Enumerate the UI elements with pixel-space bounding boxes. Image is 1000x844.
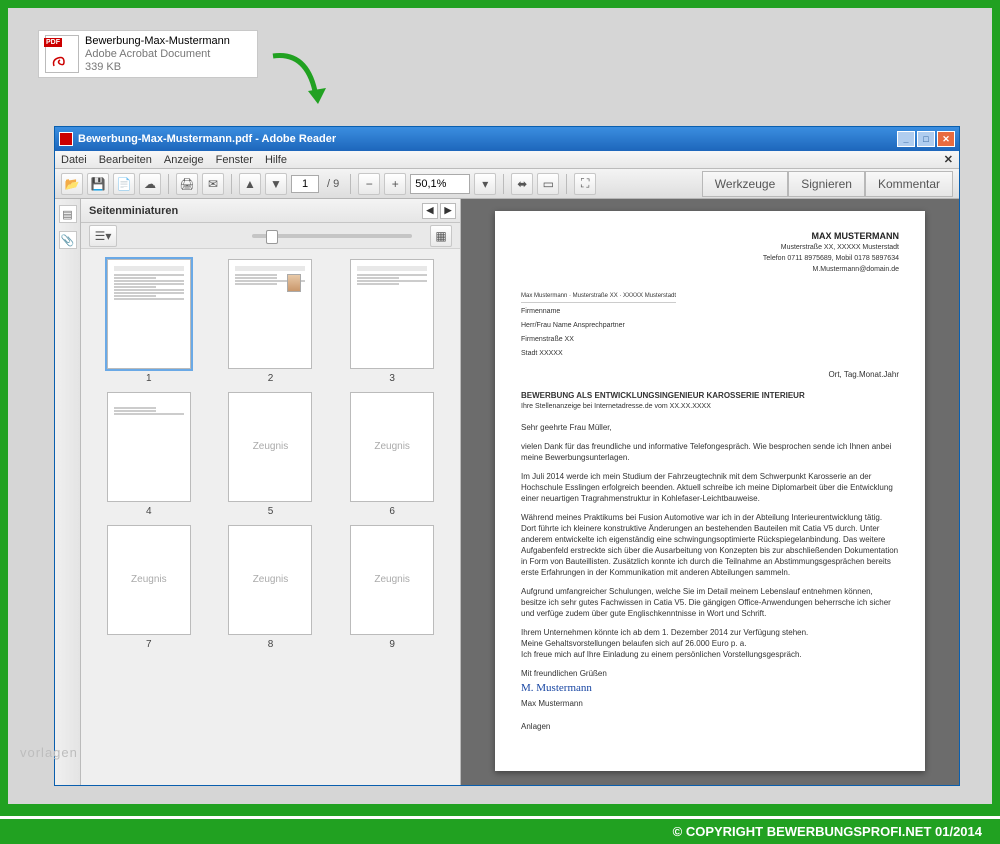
menu-close-icon[interactable]: ✕ — [944, 153, 953, 166]
thumb-7[interactable]: Zeugnis7 — [91, 525, 207, 650]
read-mode-button[interactable]: ⛶ — [574, 173, 596, 195]
thumb-2[interactable]: 2 — [213, 259, 329, 384]
file-card[interactable]: Bewerbung-Max-Mustermann Adobe Acrobat D… — [38, 30, 258, 78]
closing: Mit freundlichen Grüßen — [521, 668, 899, 679]
menu-datei[interactable]: Datei — [61, 154, 87, 166]
thumb-size-slider[interactable] — [252, 234, 412, 238]
paragraph-3: Während meines Praktikums bei Fusion Aut… — [521, 512, 899, 578]
export-button[interactable]: 📄 — [113, 173, 135, 195]
file-type: Adobe Acrobat Document — [85, 48, 230, 61]
fit-width-button[interactable]: ⬌ — [511, 173, 533, 195]
paragraph-5c: Ich freue mich auf Ihre Einladung zu ein… — [521, 649, 899, 660]
maximize-button[interactable]: □ — [917, 131, 935, 147]
letter-date: Ort, Tag.Monat.Jahr — [521, 369, 899, 380]
signature: M. Mustermann — [521, 683, 899, 694]
menubar: Datei Bearbeiten Anzeige Fenster Hilfe ✕ — [55, 151, 959, 169]
printed-name: Max Mustermann — [521, 698, 899, 709]
thumbnails-grid: 1 2 3 4 Zeugnis5 Zeugnis6 Zeugnis7 Zeugn… — [81, 249, 460, 785]
paragraph-4: Aufgrund umfangreicher Schulungen, welch… — [521, 586, 899, 619]
zoom-select[interactable] — [410, 174, 470, 194]
menu-hilfe[interactable]: Hilfe — [265, 154, 287, 166]
paragraph-5b: Meine Gehaltsvorstellungen belaufen sich… — [521, 638, 899, 649]
thumb-1[interactable]: 1 — [91, 259, 207, 384]
zoom-in-button[interactable]: + — [384, 173, 406, 195]
thumb-options-button[interactable]: ☰▾ — [89, 225, 117, 247]
return-address: Max Mustermann · Musterstraße XX · XXXXX… — [521, 291, 676, 303]
thumbnails-header: Seitenminiaturen ◀ ▶ — [81, 199, 460, 223]
thumbnails-toolbar: ☰▾ ▦ — [81, 223, 460, 249]
menu-bearbeiten[interactable]: Bearbeiten — [99, 154, 152, 166]
page-down-button[interactable]: ▼ — [265, 173, 287, 195]
tools-button[interactable]: Werkzeuge — [702, 171, 788, 197]
subject-line: BEWERBUNG ALS ENTWICKLUNGSINGENIEUR KARO… — [521, 390, 899, 401]
document-viewer[interactable]: MAX MUSTERMANN Musterstraße XX, XXXXX Mu… — [461, 199, 959, 785]
thumb-8[interactable]: Zeugnis8 — [213, 525, 329, 650]
zoom-dropdown-button[interactable]: ▾ — [474, 173, 496, 195]
paragraph-5a: Ihrem Unternehmen könnte ich ab dem 1. D… — [521, 627, 899, 638]
thumb-grid-button[interactable]: ▦ — [430, 225, 452, 247]
minimize-button[interactable]: _ — [897, 131, 915, 147]
adobe-reader-window: Bewerbung-Max-Mustermann.pdf - Adobe Rea… — [54, 126, 960, 786]
sender-phone: Telefon 0711 8975689, Mobil 0178 5897634 — [521, 253, 899, 264]
close-button[interactable]: ✕ — [937, 131, 955, 147]
open-button[interactable]: 📂 — [61, 173, 83, 195]
toolbar: 📂 💾 📄 ☁ 🖨 ✉ ▲ ▼ / 9 − + ▾ ⬌ ▭ ⛶ Werkzeug… — [55, 169, 959, 199]
enclosures: Anlagen — [521, 721, 899, 732]
thumbnails-title: Seitenminiaturen — [89, 205, 178, 217]
thumb-6[interactable]: Zeugnis6 — [334, 392, 450, 517]
print-button[interactable]: 🖨 — [176, 173, 198, 195]
window-title: Bewerbung-Max-Mustermann.pdf - Adobe Rea… — [78, 133, 897, 145]
file-size: 339 KB — [85, 61, 230, 74]
sender-name: MAX MUSTERMANN — [521, 231, 899, 242]
sender-address: Musterstraße XX, XXXXX Musterstadt — [521, 242, 899, 253]
thumbnails-prev-button[interactable]: ◀ — [422, 203, 438, 219]
recipient-contact: Herr/Frau Name Ansprechpartner — [521, 320, 899, 331]
thumbnails-next-button[interactable]: ▶ — [440, 203, 456, 219]
cloud-button[interactable]: ☁ — [139, 173, 161, 195]
zoom-out-button[interactable]: − — [358, 173, 380, 195]
thumbnails-panel: Seitenminiaturen ◀ ▶ ☰▾ ▦ 1 2 3 4 Zeu — [81, 199, 461, 785]
attachment-icon[interactable]: 📎 — [59, 231, 77, 249]
thumb-9[interactable]: Zeugnis9 — [334, 525, 450, 650]
app-icon — [59, 132, 73, 146]
file-info: Bewerbung-Max-Mustermann Adobe Acrobat D… — [85, 35, 230, 74]
page-number-input[interactable] — [291, 175, 319, 193]
salutation: Sehr geehrte Frau Müller, — [521, 422, 899, 433]
thumb-3[interactable]: 3 — [334, 259, 450, 384]
recipient-city: Stadt XXXXX — [521, 348, 899, 359]
recipient-street: Firmenstraße XX — [521, 334, 899, 345]
file-name: Bewerbung-Max-Mustermann — [85, 35, 230, 48]
side-rail: ▤ 📎 — [55, 199, 81, 785]
menu-fenster[interactable]: Fenster — [216, 154, 253, 166]
subject-reference: Ihre Stellenanzeige bei Internetadresse.… — [521, 401, 899, 412]
copyright-bar: © COPYRIGHT BEWERBUNGSPROFI.NET 01/2014 — [0, 816, 1000, 844]
paragraph-1: vielen Dank für das freundliche und info… — [521, 441, 899, 463]
thumb-5[interactable]: Zeugnis5 — [213, 392, 329, 517]
sign-button[interactable]: Signieren — [788, 171, 865, 197]
fit-page-button[interactable]: ▭ — [537, 173, 559, 195]
arrow-icon — [268, 46, 338, 116]
page-total-label: / 9 — [323, 178, 343, 190]
thumb-4[interactable]: 4 — [91, 392, 207, 517]
email-button[interactable]: ✉ — [202, 173, 224, 195]
page-up-button[interactable]: ▲ — [239, 173, 261, 195]
titlebar[interactable]: Bewerbung-Max-Mustermann.pdf - Adobe Rea… — [55, 127, 959, 151]
pdf-file-icon — [45, 35, 79, 73]
comment-button[interactable]: Kommentar — [865, 171, 953, 197]
thumbnails-icon[interactable]: ▤ — [59, 205, 77, 223]
recipient-company: Firmenname — [521, 306, 899, 317]
sender-email: M.Mustermann@domain.de — [521, 264, 899, 275]
menu-anzeige[interactable]: Anzeige — [164, 154, 204, 166]
paragraph-2: Im Juli 2014 werde ich mein Studium der … — [521, 471, 899, 504]
save-button[interactable]: 💾 — [87, 173, 109, 195]
watermark: vorlagen — [20, 745, 78, 760]
document-page: MAX MUSTERMANN Musterstraße XX, XXXXX Mu… — [495, 211, 925, 771]
